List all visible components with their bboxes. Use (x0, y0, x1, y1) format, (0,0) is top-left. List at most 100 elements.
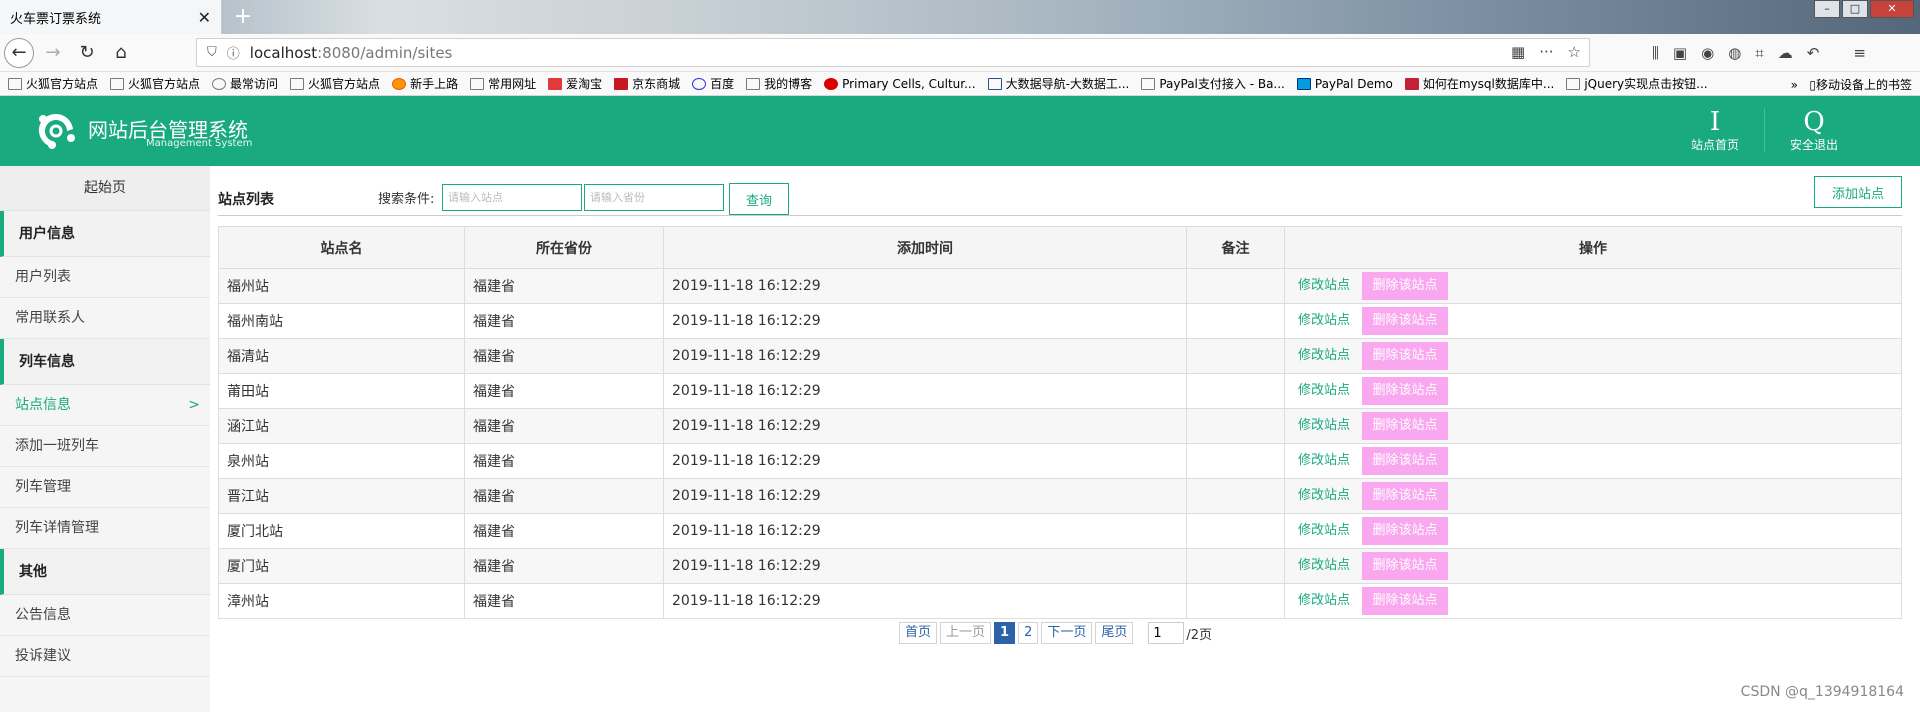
sidebar-item-add-train[interactable]: 添加一班列车 (0, 426, 210, 467)
sidebar-toggle-icon[interactable]: ▣ (1673, 44, 1687, 62)
mobile-bookmarks[interactable]: » ▯移动设备上的书签 (1791, 76, 1912, 93)
bookmark-star-icon[interactable]: ☆ (1568, 43, 1581, 61)
bookmark-item[interactable]: 火狐官方站点 (110, 75, 200, 92)
edit-site-link[interactable]: 修改站点 (1298, 488, 1350, 503)
cell-name: 涵江站 (218, 408, 465, 444)
address-bar[interactable]: ⛉ ⓘ localhost:8080/admin/sites ▦ ··· ☆ (196, 38, 1590, 67)
delete-site-button[interactable]: 删除该站点 (1362, 482, 1449, 510)
bookmark-item[interactable]: 爱淘宝 (548, 75, 602, 92)
sidebar-item-complaint[interactable]: 投诉建议 (0, 636, 210, 677)
folder-icon (470, 77, 485, 90)
column-header: 添加时间 (663, 226, 1187, 269)
delete-site-button[interactable]: 删除该站点 (1362, 377, 1449, 405)
last-page-button[interactable]: 尾页 (1095, 622, 1134, 644)
bookmark-item[interactable]: 常用网址 (470, 75, 536, 92)
edit-site-link[interactable]: 修改站点 (1298, 348, 1350, 363)
tab-close-icon[interactable]: ✕ (198, 8, 211, 27)
edit-site-link[interactable]: 修改站点 (1298, 278, 1350, 293)
sidebar-item-user-list[interactable]: 用户列表 (0, 257, 210, 298)
cell-time: 2019-11-18 16:12:29 (663, 408, 1187, 444)
baidu-icon (692, 77, 707, 90)
edit-site-link[interactable]: 修改站点 (1298, 558, 1350, 573)
site-home-link[interactable]: I 站点首页 (1680, 108, 1750, 153)
url-text[interactable]: localhost:8080/admin/sites (250, 44, 453, 62)
bookmark-item[interactable]: 火狐官方站点 (290, 75, 380, 92)
bookmark-item[interactable]: 火狐官方站点 (8, 75, 98, 92)
station-search-input[interactable] (442, 184, 582, 211)
delete-site-button[interactable]: 删除该站点 (1362, 447, 1449, 475)
forward-icon[interactable]: → (38, 38, 68, 68)
bookmark-item[interactable]: Primary Cells, Cultur... (824, 77, 976, 91)
cell-province: 福建省 (464, 583, 664, 619)
back-icon[interactable]: ← (4, 37, 34, 68)
shield-icon[interactable]: ⛉ (207, 45, 217, 60)
browser-tab[interactable]: 火车票订票系统 ✕ (0, 0, 222, 34)
info-icon[interactable]: ⓘ (227, 43, 240, 62)
chat-icon[interactable]: ☁ (1778, 44, 1793, 62)
undo-icon[interactable]: ↶ (1807, 44, 1820, 62)
minimize-icon[interactable]: – (1814, 0, 1840, 18)
edit-site-link[interactable]: 修改站点 (1298, 313, 1350, 328)
menu-icon[interactable]: ≡ (1853, 44, 1866, 62)
maximize-icon[interactable]: □ (1842, 0, 1868, 18)
logout-link[interactable]: Q 安全退出 (1779, 108, 1849, 153)
browser-navbar: ← → ↻ ⌂ ⛉ ⓘ localhost:8080/admin/sites ▦… (0, 34, 1920, 72)
bookmark-item[interactable]: PayPal Demo (1296, 77, 1393, 91)
edit-site-link[interactable]: 修改站点 (1298, 453, 1350, 468)
edit-site-link[interactable]: 修改站点 (1298, 523, 1350, 538)
edit-site-link[interactable]: 修改站点 (1298, 383, 1350, 398)
page-jump-input[interactable] (1148, 622, 1185, 644)
delete-site-button[interactable]: 删除该站点 (1362, 272, 1449, 300)
sidebar-item-train-detail[interactable]: 列车详情管理 (0, 508, 210, 549)
cell-note (1186, 478, 1285, 514)
globe-icon[interactable]: ◍ (1728, 44, 1741, 62)
bookmark-label: 爱淘宝 (566, 77, 603, 91)
reload-icon[interactable]: ↻ (72, 38, 102, 68)
bookmark-item[interactable]: jQuery实现点击按钮... (1566, 75, 1708, 92)
window-close-icon[interactable]: ✕ (1870, 0, 1914, 18)
sidebar-item-contacts[interactable]: 常用联系人 (0, 298, 210, 339)
qr-code-icon[interactable]: ▦ (1511, 43, 1525, 61)
province-search-input[interactable] (584, 184, 724, 211)
search-button[interactable]: 查询 (729, 183, 789, 215)
page-number-current[interactable]: 1 (994, 622, 1016, 644)
bookmark-label: PayPal支付接入 - Ba... (1159, 77, 1285, 91)
bookmark-item[interactable]: 京东商城 (614, 75, 680, 92)
new-tab-button[interactable]: + (230, 4, 256, 30)
delete-site-button[interactable]: 删除该站点 (1362, 552, 1449, 580)
more-actions-icon[interactable]: ··· (1539, 43, 1553, 61)
bookmark-item[interactable]: 百度 (692, 75, 734, 92)
blog-icon (746, 77, 761, 90)
bookmark-item[interactable]: PayPal支付接入 - Ba... (1141, 75, 1285, 92)
chevron-right-icon: > (188, 397, 200, 413)
delete-site-button[interactable]: 删除该站点 (1362, 412, 1449, 440)
sidebar-item-notice[interactable]: 公告信息 (0, 595, 210, 636)
crop-icon[interactable]: ⌗ (1755, 44, 1763, 62)
home-icon[interactable]: ⌂ (106, 38, 136, 68)
sidebar-item-sites[interactable]: 站点信息 > (0, 385, 210, 426)
sidebar-start-page[interactable]: 起始页 (0, 166, 210, 211)
add-site-button[interactable]: 添加站点 (1814, 176, 1902, 208)
delete-site-button[interactable]: 删除该站点 (1362, 587, 1449, 615)
account-icon[interactable]: ◉ (1701, 44, 1714, 62)
bookmark-item[interactable]: 新手上路 (392, 75, 458, 92)
delete-site-button[interactable]: 删除该站点 (1362, 342, 1449, 370)
bookmark-item[interactable]: 大数据导航-大数据工... (987, 75, 1129, 92)
delete-site-button[interactable]: 删除该站点 (1362, 517, 1449, 545)
first-page-button[interactable]: 首页 (899, 622, 938, 644)
bookmark-item[interactable]: 我的博客 (746, 75, 812, 92)
total-pages: /2页 (1186, 627, 1213, 643)
bookmark-item[interactable]: 如何在mysql数据库中... (1404, 75, 1554, 92)
bookmarks-overflow-icon[interactable]: » (1791, 78, 1798, 92)
sidebar-item-train-manage[interactable]: 列车管理 (0, 467, 210, 508)
next-page-button[interactable]: 下一页 (1041, 622, 1093, 644)
delete-site-button[interactable]: 删除该站点 (1362, 307, 1449, 335)
mobile-bookmarks-label: 移动设备上的书签 (1815, 78, 1912, 92)
prev-page-button[interactable]: 上一页 (940, 622, 992, 644)
cell-note (1186, 513, 1285, 549)
edit-site-link[interactable]: 修改站点 (1298, 593, 1350, 608)
library-icon[interactable]: ⫼ (1652, 44, 1659, 62)
page-number[interactable]: 2 (1018, 622, 1039, 644)
edit-site-link[interactable]: 修改站点 (1298, 418, 1350, 433)
bookmark-item[interactable]: 最常访问 (212, 75, 278, 92)
